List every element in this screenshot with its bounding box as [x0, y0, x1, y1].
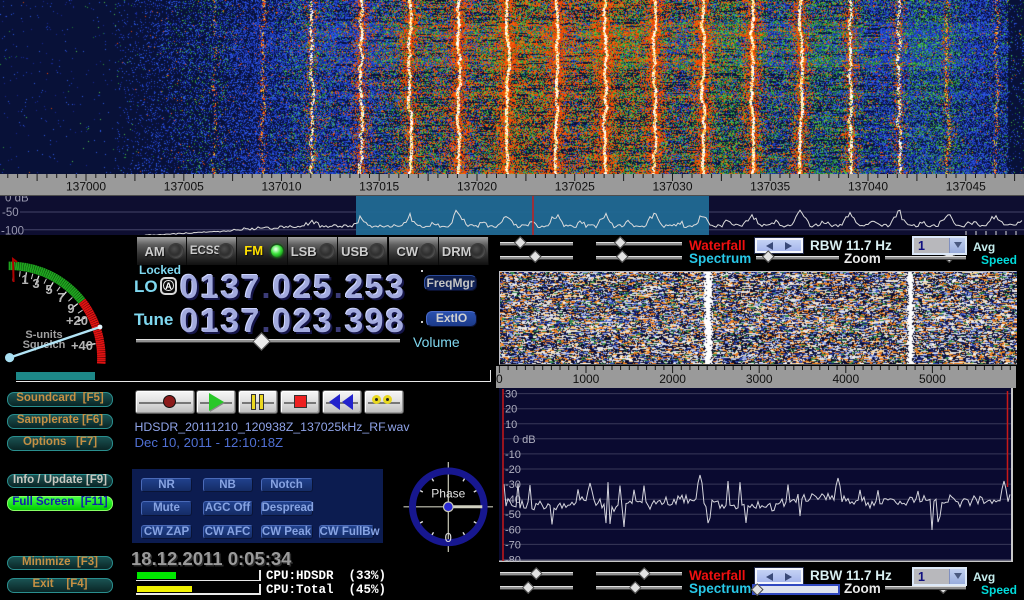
svg-text:-80: -80: [505, 555, 521, 563]
svg-text:30: 30: [505, 389, 517, 401]
svg-text:137030: 137030: [652, 180, 692, 194]
svg-text:-70: -70: [505, 539, 521, 551]
svg-text:-50: -50: [505, 509, 521, 521]
svg-text:0 dB: 0 dB: [513, 434, 536, 446]
svg-text:20: 20: [505, 404, 517, 416]
svg-text:137040: 137040: [848, 180, 888, 194]
svg-text:-60: -60: [505, 524, 521, 536]
svg-text:0: 0: [496, 372, 503, 386]
svg-text:-50: -50: [2, 207, 19, 219]
svg-text:Phase: Phase: [431, 487, 465, 501]
svg-text:10: 10: [505, 419, 517, 431]
svg-text:-20: -20: [505, 464, 521, 476]
svg-text:137045: 137045: [946, 180, 986, 194]
svg-text:+20: +20: [66, 313, 88, 328]
svg-text:137000: 137000: [66, 180, 106, 194]
svg-text:2000: 2000: [659, 372, 686, 386]
svg-text:5000: 5000: [919, 372, 946, 386]
svg-text:137010: 137010: [261, 180, 301, 194]
svg-text:0: 0: [445, 530, 452, 545]
svg-text:7: 7: [57, 290, 64, 305]
svg-text:0 dB: 0 dB: [5, 196, 29, 205]
svg-text:137005: 137005: [164, 180, 204, 194]
svg-text:5: 5: [45, 282, 52, 297]
svg-text:-10: -10: [505, 449, 521, 461]
svg-text:4000: 4000: [832, 372, 859, 386]
svg-text:3000: 3000: [746, 372, 773, 386]
svg-text:137025: 137025: [555, 180, 595, 194]
svg-text:+40: +40: [71, 338, 93, 353]
svg-text:3: 3: [32, 276, 39, 291]
svg-text:137020: 137020: [457, 180, 497, 194]
svg-text:137015: 137015: [359, 180, 399, 194]
svg-text:1000: 1000: [573, 372, 600, 386]
svg-text:137035: 137035: [750, 180, 790, 194]
svg-text:-100: -100: [1, 225, 24, 235]
svg-text:1: 1: [21, 272, 28, 287]
